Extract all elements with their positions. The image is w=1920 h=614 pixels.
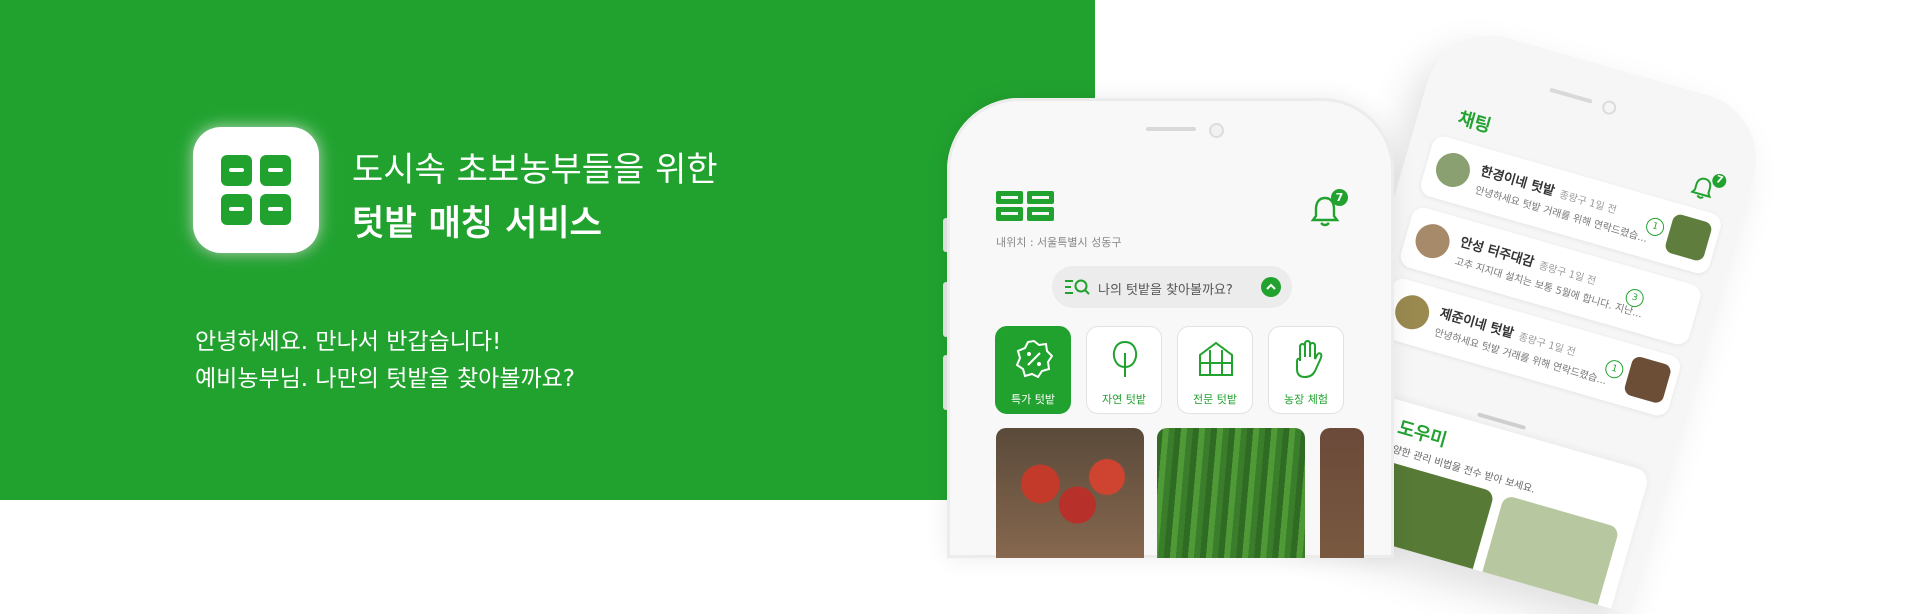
garden-photo-cucumbers[interactable]	[1157, 428, 1305, 558]
app-logo-icon	[996, 191, 1054, 221]
category-professional[interactable]: 전문 텃밭	[1177, 326, 1253, 414]
phone-speaker	[1146, 127, 1196, 131]
discount-badge-icon	[1015, 339, 1053, 379]
category-discount[interactable]: 특가 텃밭	[995, 326, 1071, 414]
chat-thumbnail	[1663, 212, 1714, 263]
chevron-up-icon[interactable]	[1261, 277, 1281, 297]
phone-camera	[1209, 123, 1224, 138]
chat-thumbnail	[1622, 355, 1673, 405]
garden-photo[interactable]	[1320, 428, 1364, 558]
garden-photo-tomatoes[interactable]	[996, 428, 1144, 558]
avatar	[1411, 220, 1454, 263]
app-icon	[193, 127, 319, 253]
helper-photo	[1476, 494, 1620, 614]
avatar	[1431, 148, 1474, 192]
headline: 도시속 초보농부들을 위한 텃밭 매칭 서비스	[352, 143, 718, 251]
category-experience[interactable]: 농장 체험	[1268, 326, 1344, 414]
notification-badge: 7	[1331, 189, 1348, 206]
headline-line1: 도시속 초보농부들을 위한	[352, 150, 718, 190]
greeting-line1: 안녕하세요. 만나서 반갑습니다!	[195, 329, 502, 355]
hero-panel: 도시속 초보농부들을 위한 텃밭 매칭 서비스 안녕하세요. 만나서 반갑습니다…	[0, 0, 1095, 500]
greeting-line2: 예비농부님. 나만의 텃밭을 찾아볼까요?	[195, 366, 576, 392]
search-filter-icon	[1065, 279, 1090, 295]
phone-home-mockup: 내위치 : 서울특별시 성동구 7 나의 텃밭을 찾아볼까요? 특가 텃밭 자연…	[947, 98, 1394, 558]
app-logo-icon	[221, 155, 291, 225]
phone-camera	[1600, 98, 1618, 117]
greeting: 안녕하세요. 만나서 반갑습니다! 예비농부님. 나만의 텃밭을 찾아볼까요?	[195, 324, 575, 398]
category-label: 자연 텃밭	[1102, 393, 1146, 406]
search-bar[interactable]: 나의 텃밭을 찾아볼까요?	[1052, 266, 1292, 308]
headline-line2: 텃밭 매칭 서비스	[352, 204, 602, 244]
hand-icon	[1296, 339, 1323, 379]
category-label: 특가 텃밭	[1011, 393, 1055, 406]
phone-speaker	[1549, 87, 1593, 104]
category-nature[interactable]: 자연 텃밭	[1086, 326, 1162, 414]
category-label: 전문 텃밭	[1193, 393, 1237, 406]
greenhouse-icon	[1199, 341, 1233, 376]
tree-icon	[1112, 340, 1138, 377]
current-location[interactable]: 내위치 : 서울특별시 성동구	[996, 234, 1122, 250]
search-placeholder: 나의 텃밭을 찾아볼까요?	[1098, 283, 1233, 298]
avatar	[1391, 291, 1434, 334]
chat-title: 채팅	[1455, 107, 1494, 138]
category-label: 농장 체험	[1284, 393, 1328, 406]
